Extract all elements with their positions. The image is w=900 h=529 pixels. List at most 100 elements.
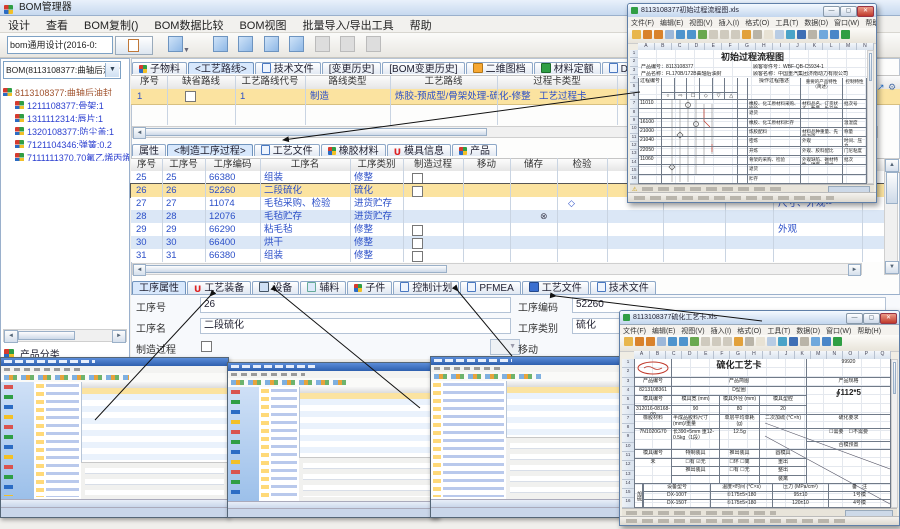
op-no-field[interactable]: 26 — [200, 297, 511, 313]
tab-item[interactable]: 产品 — [452, 144, 497, 156]
flow-vscrollbar[interactable] — [867, 50, 874, 184]
column-header[interactable]: 缺省路线 — [167, 75, 236, 89]
scroll-left-icon[interactable]: ◄ — [4, 330, 18, 343]
row-number[interactable]: 12 — [622, 461, 634, 470]
column-letter[interactable]: Q — [875, 351, 891, 359]
thumbnail-window-equipment[interactable] — [227, 362, 439, 518]
tab-active[interactable]: <制造工序过程> — [167, 144, 253, 156]
column-header[interactable]: 工序号 — [162, 158, 206, 171]
column-letter[interactable]: B — [650, 351, 666, 359]
row-number[interactable]: 1 — [622, 359, 634, 368]
row-number[interactable]: 5 — [622, 396, 634, 405]
menu-item[interactable]: 批量导入/导出工具 — [295, 16, 402, 33]
row-number[interactable]: 16 — [630, 175, 638, 183]
column-letter[interactable]: J — [779, 351, 795, 359]
menu-item[interactable]: BOM视图 — [231, 16, 294, 33]
column-letter[interactable]: E — [698, 351, 714, 359]
tab-item[interactable]: 橡胶材料 — [321, 144, 386, 156]
toolbar-icon[interactable] — [624, 337, 633, 346]
toolbar-icon[interactable] — [731, 30, 740, 39]
mfg-checkbox[interactable] — [412, 186, 423, 197]
minimize-button[interactable]: — — [823, 6, 840, 17]
tab-item[interactable]: U模具信息 — [387, 144, 451, 156]
menu-item[interactable]: BOM数据比较 — [146, 16, 231, 33]
close-button[interactable]: ✕ — [857, 6, 874, 17]
column-letter[interactable]: O — [843, 351, 859, 359]
toolbar-icon[interactable] — [632, 30, 641, 39]
column-header[interactable]: 储存 — [510, 158, 558, 171]
column-letter[interactable]: N — [857, 43, 874, 50]
toolbar-icon[interactable] — [833, 337, 842, 346]
row-number[interactable]: 7 — [622, 415, 634, 424]
menu-item[interactable]: 设计 — [0, 16, 38, 33]
tab-active[interactable]: <工艺路线> — [188, 62, 254, 74]
toolbar-icon[interactable] — [841, 30, 850, 39]
row-number[interactable]: 15 — [630, 167, 638, 175]
column-header[interactable]: 检验 — [557, 158, 608, 171]
op-name-field[interactable]: 二段硫化 — [200, 318, 511, 334]
design-combo[interactable]: bom通用设计(2016-0: — [7, 36, 113, 54]
tab-item[interactable]: 工艺文件 — [522, 281, 589, 294]
mfg-checkbox[interactable] — [412, 251, 423, 262]
toolbar-icon[interactable] — [709, 30, 718, 39]
row-number[interactable]: 14 — [630, 159, 638, 167]
maximize-button[interactable]: ▢ — [863, 313, 880, 324]
toolbar-icon[interactable] — [822, 337, 831, 346]
tab-item[interactable]: U工艺装备 — [187, 281, 251, 294]
tab-item[interactable]: 技术文件 — [590, 281, 656, 294]
row-number[interactable]: 4 — [630, 75, 638, 83]
tree-item[interactable]: 1211108377:骨架:1 — [15, 96, 129, 109]
column-header[interactable]: 工艺路线代号 — [235, 75, 306, 89]
column-letter[interactable]: N — [827, 351, 843, 359]
column-letter[interactable]: P — [859, 351, 875, 359]
toolbar-icon[interactable] — [668, 337, 677, 346]
row-number[interactable]: 10 — [622, 443, 634, 452]
column-header[interactable]: 工序类别 — [350, 158, 404, 171]
default-route-checkbox[interactable] — [185, 91, 196, 102]
filter-button[interactable] — [115, 36, 153, 55]
menu-item[interactable]: 查看 — [38, 16, 76, 33]
column-header[interactable]: 路线类型 — [305, 75, 391, 89]
toolbar-icon[interactable] — [720, 30, 729, 39]
toolbar-icon[interactable] — [654, 30, 663, 39]
row-number[interactable]: 5 — [630, 83, 638, 91]
column-letter[interactable]: A — [638, 43, 655, 50]
tab-item[interactable]: 设备 — [252, 281, 299, 294]
row-number[interactable]: 4 — [622, 387, 634, 396]
tab-item[interactable]: 控制计划 — [393, 281, 459, 294]
column-letter[interactable]: G — [730, 351, 746, 359]
row-number[interactable]: 6 — [630, 92, 638, 100]
column-letter[interactable]: C — [666, 351, 682, 359]
mfg-checkbox[interactable] — [201, 341, 212, 352]
flow-chart-window[interactable]: 8113108377初始过程流程图.xls — ▢ ✕ 文件(F)编辑(E)视图… — [627, 3, 877, 203]
column-letter[interactable]: M — [811, 351, 827, 359]
toolbar-icon[interactable] — [800, 337, 809, 346]
column-letter[interactable]: D — [689, 43, 706, 50]
mfg-checkbox[interactable] — [412, 238, 423, 249]
tools-icon[interactable]: ⚙ — [888, 82, 896, 93]
cure-vscrollbar[interactable] — [891, 359, 898, 508]
close-button[interactable]: ✕ — [880, 313, 897, 324]
toolbar-icon[interactable] — [698, 30, 707, 39]
thumbnail-window-tooling[interactable] — [0, 357, 229, 518]
column-letter[interactable]: E — [705, 43, 722, 50]
tree-item[interactable]: 1311112314:唇片:1 — [15, 109, 129, 122]
toolbar-icon[interactable] — [712, 337, 721, 346]
process-table-vscrollbar[interactable]: ▲ ▼ — [884, 158, 898, 275]
tab-item[interactable]: [变更历史] — [322, 62, 382, 74]
row-number[interactable]: 3 — [622, 378, 634, 387]
tab-item[interactable]: 工艺文件 — [254, 144, 320, 156]
toolbar-icon[interactable] — [797, 30, 806, 39]
toolbar-icon[interactable] — [830, 30, 839, 39]
row-number[interactable]: 15 — [622, 489, 634, 498]
toolbar-icon[interactable] — [789, 337, 798, 346]
toolbar-icon[interactable] — [687, 30, 696, 39]
copy-icon[interactable] — [238, 36, 253, 52]
column-header[interactable]: 移动 — [463, 158, 511, 171]
toolbar-icon[interactable] — [690, 337, 699, 346]
copy-tool-button[interactable]: ▼ — [168, 36, 198, 53]
toolbar-icon[interactable] — [723, 337, 732, 346]
column-header[interactable]: 工艺路线 — [390, 75, 498, 89]
mfg-checkbox[interactable] — [412, 173, 423, 184]
tree-item[interactable]: 1320108377:防尘盖:1 — [15, 122, 129, 135]
